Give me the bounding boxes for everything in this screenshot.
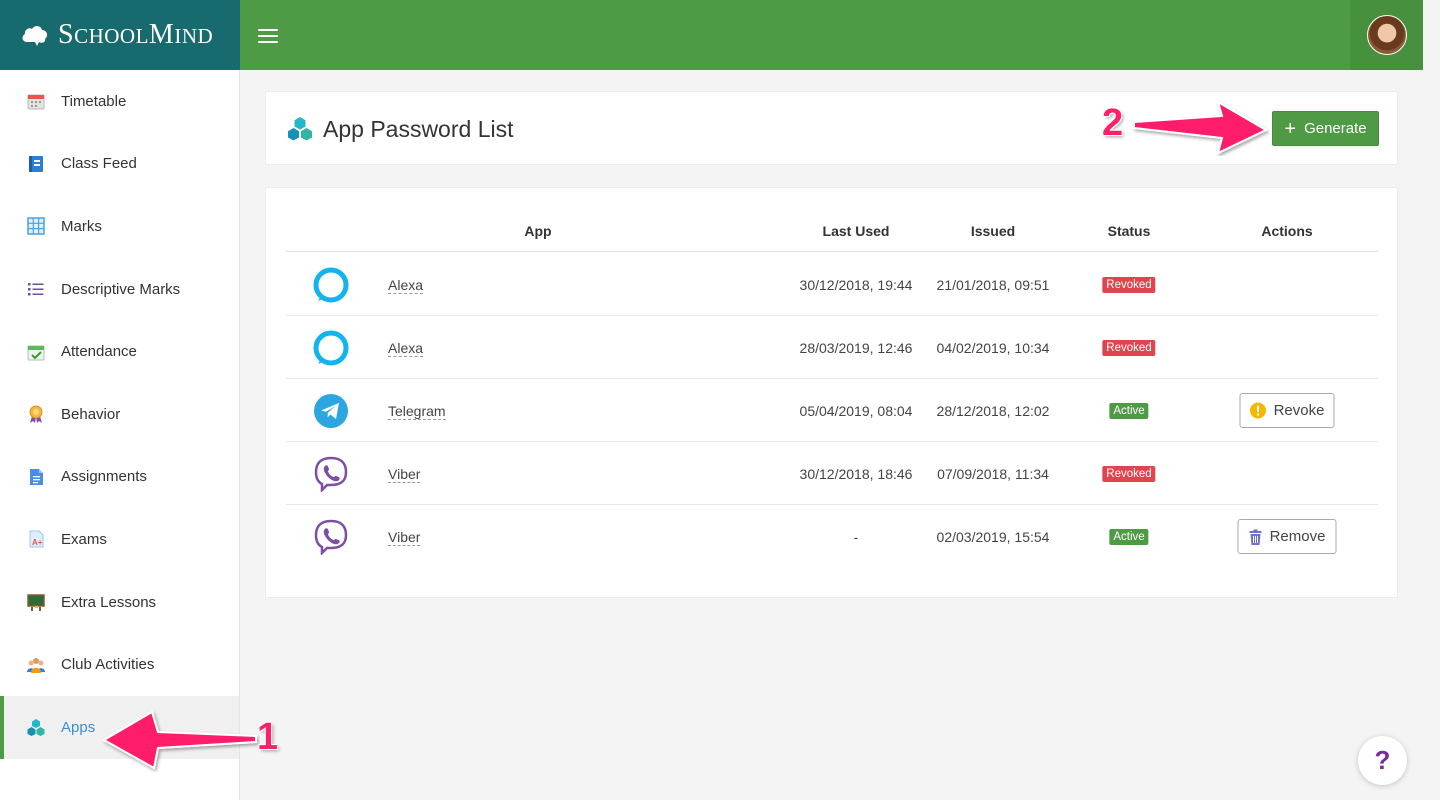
app-password-table: App Last Used Issued Status Actions Alex… [265, 187, 1398, 598]
sidebar-item-label: Extra Lessons [61, 593, 157, 611]
column-header-last-used: Last Used [822, 223, 890, 239]
page-title: App Password List [323, 116, 514, 142]
status-badge: Active [1109, 529, 1149, 545]
annotation-step-1: 1 [257, 716, 279, 758]
viber-icon [314, 456, 348, 492]
help-question-icon: ? [1374, 745, 1391, 775]
sidebar-item-apps[interactable]: Apps [0, 695, 239, 759]
sidebar-item-attendance[interactable]: Attendance [0, 320, 239, 383]
issued: 02/03/2019, 15:54 [936, 529, 1050, 545]
page-header-card: App Password List + Generate [265, 91, 1398, 165]
brand-name: SCHOOLMIND [58, 19, 214, 50]
table-row: Viber - 02/03/2019, 15:54 Active Remove [286, 505, 1378, 568]
column-header-actions: Actions [1261, 223, 1313, 239]
remove-button-label: Remove [1269, 528, 1326, 545]
sidebar-item-assignments[interactable]: Assignments [0, 446, 239, 509]
viber-icon [314, 519, 348, 555]
medal-icon [26, 404, 46, 424]
calendar-check-icon [26, 342, 46, 362]
last-used: 05/04/2019, 08:04 [799, 403, 913, 419]
help-button[interactable]: ? [1358, 736, 1407, 785]
status-badge: Revoked [1102, 466, 1156, 482]
app-name[interactable]: Telegram [388, 403, 446, 420]
last-used: 30/12/2018, 18:46 [799, 466, 913, 482]
warning-icon [1250, 402, 1267, 419]
issued: 28/12/2018, 12:02 [936, 403, 1050, 419]
app-name[interactable]: Viber [388, 529, 421, 546]
brand-logo-area[interactable]: SCHOOLMIND [0, 0, 240, 70]
sidebar-item-label: Marks [61, 217, 102, 235]
sidebar-item-timetable[interactable]: Timetable [0, 70, 239, 133]
table-row: Alexa 30/12/2018, 19:44 21/01/2018, 09:5… [286, 253, 1378, 316]
menu-toggle-icon[interactable] [258, 29, 278, 45]
svg-text:A+: A+ [32, 538, 43, 547]
table-header: App Last Used Issued Status Actions [286, 210, 1378, 252]
sidebar-item-descriptive-marks[interactable]: Descriptive Marks [0, 258, 239, 321]
sidebar-item-extra-lessons[interactable]: Extra Lessons [0, 571, 239, 634]
table-row: Viber 30/12/2018, 18:46 07/09/2018, 11:3… [286, 442, 1378, 505]
table-row: Telegram 05/04/2019, 08:04 28/12/2018, 1… [286, 379, 1378, 442]
sidebar: Timetable Class Feed Marks Descriptive M… [0, 70, 240, 800]
revoke-button[interactable]: Revoke [1239, 393, 1335, 428]
issued: 04/02/2019, 10:34 [936, 340, 1050, 356]
issued: 07/09/2018, 11:34 [937, 466, 1049, 482]
document-icon [26, 467, 46, 487]
sidebar-item-exams[interactable]: A+ Exams [0, 508, 239, 571]
sidebar-item-club-activities[interactable]: Club Activities [0, 633, 239, 696]
generate-button-label: Generate [1304, 120, 1367, 137]
column-header-app: App [524, 223, 552, 239]
generate-button[interactable]: + Generate [1272, 111, 1379, 146]
last-used: - [853, 529, 859, 545]
last-used: 30/12/2018, 19:44 [799, 277, 913, 293]
group-icon [26, 655, 46, 675]
trash-icon [1249, 529, 1263, 545]
annotation-step-2: 2 [1102, 102, 1124, 144]
status-badge: Revoked [1102, 340, 1156, 356]
avatar[interactable] [1366, 15, 1407, 55]
blackboard-icon [26, 592, 46, 612]
column-header-status: Status [1107, 223, 1151, 239]
sidebar-item-label: Attendance [61, 343, 137, 361]
last-used: 28/03/2019, 12:46 [799, 340, 913, 356]
plus-icon: + [1284, 117, 1297, 140]
telegram-icon [314, 394, 348, 428]
list-icon [26, 279, 46, 299]
alexa-icon [313, 267, 349, 303]
sidebar-item-label: Behavior [61, 405, 121, 423]
table-row: Alexa 28/03/2019, 12:46 04/02/2019, 10:3… [286, 316, 1378, 379]
alexa-icon [313, 330, 349, 366]
scrollbar[interactable] [1423, 0, 1440, 800]
cloud-brain-icon [22, 26, 48, 46]
status-badge: Revoked [1102, 277, 1156, 293]
app-name[interactable]: Alexa [388, 277, 424, 294]
app-name[interactable]: Alexa [388, 340, 424, 357]
sidebar-item-label: Club Activities [61, 656, 155, 674]
revoke-button-label: Revoke [1273, 402, 1325, 419]
apps-cubes-icon [26, 717, 46, 737]
sidebar-item-class-feed[interactable]: Class Feed [0, 133, 239, 196]
sidebar-item-behavior[interactable]: Behavior [0, 383, 239, 446]
sidebar-item-marks[interactable]: Marks [0, 195, 239, 258]
sidebar-item-label: Class Feed [61, 155, 137, 173]
sidebar-item-label: Descriptive Marks [61, 280, 181, 298]
user-menu[interactable] [1350, 0, 1423, 70]
exam-grade-icon: A+ [26, 529, 46, 549]
grid-icon [26, 216, 46, 236]
status-badge: Active [1109, 403, 1149, 419]
feed-book-icon [26, 154, 46, 174]
calendar-icon [26, 91, 46, 111]
issued: 21/01/2018, 09:51 [936, 277, 1050, 293]
sidebar-item-label: Apps [61, 718, 96, 736]
sidebar-item-label: Timetable [61, 92, 127, 110]
remove-button[interactable]: Remove [1237, 519, 1337, 554]
sidebar-item-label: Assignments [61, 468, 147, 486]
app-name[interactable]: Viber [388, 466, 421, 483]
apps-cubes-icon [288, 117, 312, 141]
column-header-issued: Issued [970, 223, 1016, 239]
sidebar-item-label: Exams [61, 530, 107, 548]
